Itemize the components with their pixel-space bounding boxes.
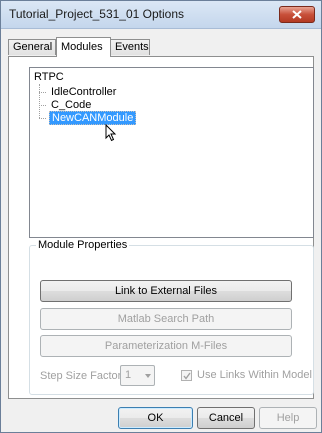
module-tree[interactable]: RTPC IdleController C_Code NewCANModule xyxy=(29,67,314,238)
module-properties-group: Module Properties Link to External Files… xyxy=(29,239,314,395)
modules-tab-panel: RTPC IdleController C_Code NewCANModule … xyxy=(8,56,314,399)
module-properties-legend: Module Properties xyxy=(36,239,130,252)
tree-item-label: NewCANModule xyxy=(49,111,137,125)
step-size-value: 1 xyxy=(125,369,132,381)
matlab-search-path-button[interactable]: Matlab Search Path xyxy=(40,308,292,330)
checkmark-icon xyxy=(183,372,191,380)
tree-connector xyxy=(39,84,40,118)
tab-general[interactable]: General xyxy=(8,39,56,55)
chevron-down-icon xyxy=(145,374,151,378)
tab-modules[interactable]: Modules xyxy=(56,37,111,57)
tree-branch-line xyxy=(39,105,46,106)
tree-item-label: C_Code xyxy=(51,99,92,111)
step-size-factor-label: Step Size Factor xyxy=(40,370,122,382)
close-button[interactable] xyxy=(279,6,315,23)
window-title: Tutorial_Project_531_01 Options xyxy=(9,7,184,21)
use-links-label: Use Links Within Model xyxy=(197,369,312,381)
help-button[interactable]: Help xyxy=(259,407,317,429)
use-links-checkbox[interactable] xyxy=(181,370,192,381)
ok-button[interactable]: OK xyxy=(118,407,193,429)
cancel-button[interactable]: Cancel xyxy=(197,407,255,429)
parameterization-mfiles-button[interactable]: Parameterization M-Files xyxy=(40,335,292,357)
link-external-files-button[interactable]: Link to External Files xyxy=(40,280,292,302)
tree-root-rtpc[interactable]: RTPC xyxy=(34,71,64,84)
close-icon xyxy=(292,10,302,19)
tree-item-label: IdleController xyxy=(51,86,117,98)
step-size-factor-select[interactable]: 1 xyxy=(120,365,155,386)
title-bar[interactable]: Tutorial_Project_531_01 Options xyxy=(1,1,321,29)
tab-events[interactable]: Events xyxy=(110,39,150,55)
tree-branch-line xyxy=(39,92,46,93)
mouse-cursor-icon xyxy=(105,124,117,142)
options-dialog: Tutorial_Project_531_01 Options General … xyxy=(0,0,322,433)
tree-branch-line xyxy=(39,118,46,119)
